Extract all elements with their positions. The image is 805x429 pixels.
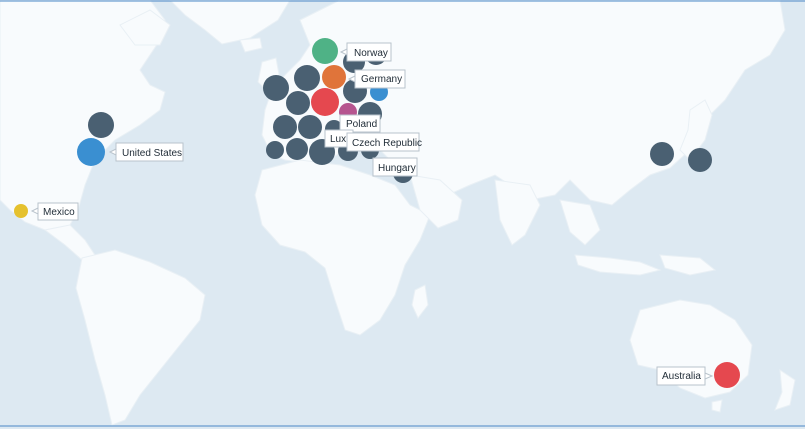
bubble-korea[interactable] xyxy=(650,142,674,166)
bubble-belgium[interactable] xyxy=(311,88,339,116)
bubble-france[interactable] xyxy=(273,115,297,139)
bubble-australia[interactable] xyxy=(714,362,740,388)
svg-text:United States: United States xyxy=(122,148,182,159)
svg-text:Poland: Poland xyxy=(346,119,377,130)
bubble-ireland[interactable] xyxy=(263,75,289,101)
map-canvas[interactable]: Norway Germany Poland Luxe Czech Republi… xyxy=(0,0,805,429)
bubble-canada[interactable] xyxy=(88,112,114,138)
label-hungary: Hungary xyxy=(372,157,418,177)
world-map: Norway Germany Poland Luxe Czech Republi… xyxy=(0,0,805,429)
bubble-germany[interactable] xyxy=(322,65,346,89)
bubble-usa[interactable] xyxy=(77,138,105,166)
bubble-netherlands[interactable] xyxy=(286,91,310,115)
bubble-spain[interactable] xyxy=(286,138,308,160)
label-australia: Australia xyxy=(656,366,706,386)
svg-text:Australia: Australia xyxy=(662,371,701,382)
bubble-uk[interactable] xyxy=(294,65,320,91)
label-germany: Germany xyxy=(354,69,406,89)
bubble-portugal[interactable] xyxy=(266,141,284,159)
bubble-norway[interactable] xyxy=(312,38,338,64)
svg-text:Hungary: Hungary xyxy=(378,163,416,174)
bubble-switzerland[interactable] xyxy=(298,115,322,139)
svg-text:Mexico: Mexico xyxy=(43,207,75,218)
svg-text:Norway: Norway xyxy=(354,48,388,59)
svg-text:Czech Republic: Czech Republic xyxy=(352,138,422,149)
land-tasmania xyxy=(711,399,723,413)
label-poland: Poland xyxy=(339,114,381,133)
label-united-states: United States xyxy=(115,142,184,162)
bubble-mexico[interactable] xyxy=(14,204,28,218)
bubble-japan[interactable] xyxy=(688,148,712,172)
svg-text:Germany: Germany xyxy=(361,74,402,85)
label-mexico: Mexico xyxy=(37,202,79,221)
label-norway: Norway xyxy=(346,42,392,62)
label-czech-republic: Czech Republic xyxy=(346,132,422,152)
